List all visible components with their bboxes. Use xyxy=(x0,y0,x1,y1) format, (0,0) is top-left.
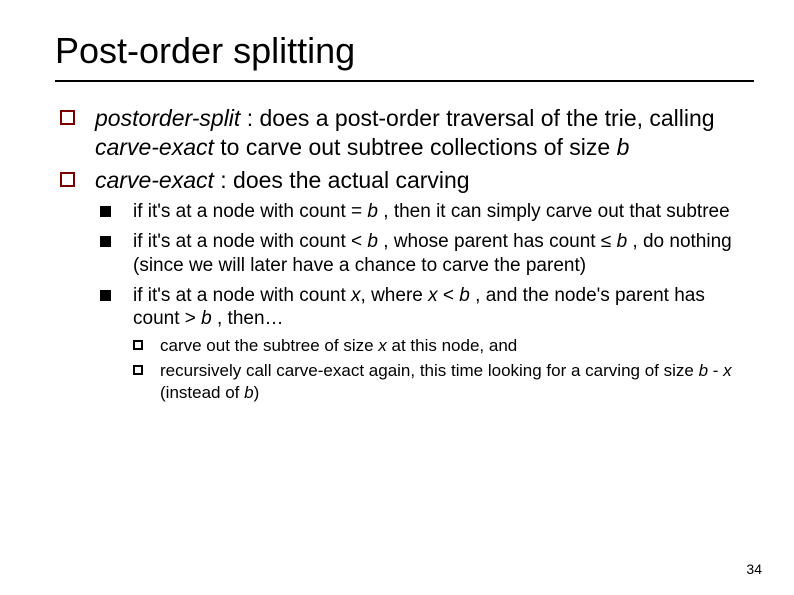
slide-title: Post-order splitting xyxy=(55,30,754,82)
hollow-square-icon xyxy=(133,365,143,375)
hollow-square-icon xyxy=(60,110,75,125)
text: , where xyxy=(361,285,429,306)
solid-square-icon xyxy=(100,236,111,247)
var-b: b xyxy=(699,361,708,380)
solid-square-icon xyxy=(100,206,111,217)
text: : does the actual carving xyxy=(214,167,470,193)
subbullet-count-equals-b: if it's at a node with count = b , then … xyxy=(55,200,754,224)
text: if it's at a node with count < xyxy=(133,231,367,252)
hollow-square-icon xyxy=(133,340,143,350)
var-b: b xyxy=(617,134,630,160)
text: if it's at a node with count = xyxy=(133,201,367,222)
text: , then it can simply carve out that subt… xyxy=(378,201,730,222)
subsubbullet-recursive: recursively call carve-exact again, this… xyxy=(55,360,754,403)
text: (instead of xyxy=(160,383,244,402)
text: , whose parent has count ≤ xyxy=(378,231,617,252)
bullet-list: postorder-split : does a post-order trav… xyxy=(55,104,754,403)
hollow-square-icon xyxy=(60,172,75,187)
text: recursively call carve-exact again, this… xyxy=(160,361,699,380)
var-b: b xyxy=(201,308,212,329)
bullet-postorder-split: postorder-split : does a post-order trav… xyxy=(55,104,754,162)
text: if it's at a node with count xyxy=(133,285,351,306)
subbullet-count-less-b: if it's at a node with count < b , whose… xyxy=(55,230,754,278)
var-b: b xyxy=(617,231,628,252)
subsubbullet-carve-out: carve out the subtree of size x at this … xyxy=(55,335,754,356)
subbullet-count-x: if it's at a node with count x, where x … xyxy=(55,284,754,332)
var-b: b xyxy=(459,285,470,306)
text: carve out the subtree of size xyxy=(160,336,378,355)
var-x: x xyxy=(378,336,387,355)
var-b: b xyxy=(367,201,378,222)
page-number: 34 xyxy=(746,561,762,577)
term-postorder-split: postorder-split xyxy=(95,105,240,131)
solid-square-icon xyxy=(100,290,111,301)
text: - xyxy=(708,361,723,380)
text: , then… xyxy=(212,308,284,329)
text: at this node, and xyxy=(387,336,517,355)
bullet-carve-exact: carve-exact : does the actual carving xyxy=(55,166,754,195)
text: to carve out subtree collections of size xyxy=(214,134,617,160)
text: : does a post-order traversal of the tri… xyxy=(240,105,714,131)
term-carve-exact: carve-exact xyxy=(95,167,214,193)
var-b: b xyxy=(367,231,378,252)
text: ) xyxy=(254,383,260,402)
var-x: x xyxy=(723,361,732,380)
term-carve-exact: carve-exact xyxy=(95,134,214,160)
text: < xyxy=(438,285,460,306)
var-x: x xyxy=(428,285,438,306)
var-b: b xyxy=(244,383,253,402)
var-x: x xyxy=(351,285,361,306)
